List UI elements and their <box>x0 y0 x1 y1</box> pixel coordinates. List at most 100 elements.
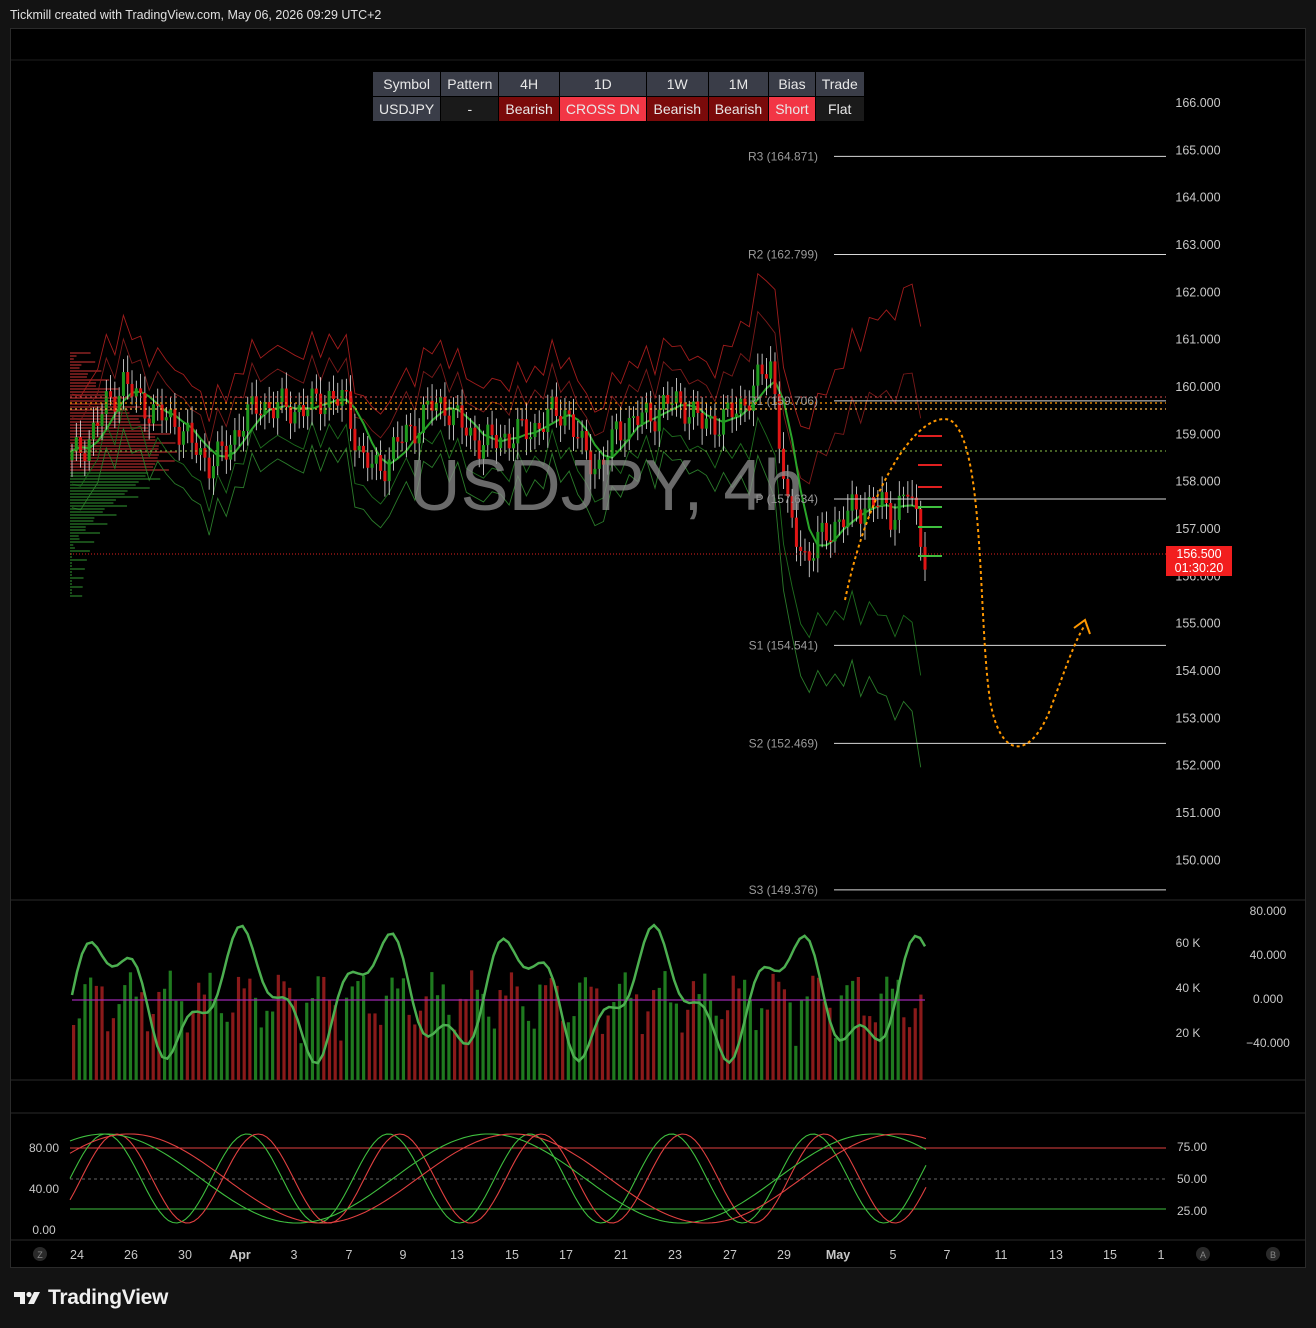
candle-body <box>760 364 764 375</box>
time-axis-label: 17 <box>559 1248 573 1262</box>
volume-profile-bar <box>70 373 88 375</box>
candle-body <box>233 430 237 445</box>
candle-body <box>576 436 580 439</box>
volume-bar <box>77 1018 81 1080</box>
volume-profile-bar <box>70 382 97 384</box>
volume-bar <box>617 983 622 1080</box>
candle-body <box>486 424 490 446</box>
price-axis-label: 155.000 <box>1175 617 1220 631</box>
candle-body <box>74 437 78 451</box>
candle-body <box>567 410 571 415</box>
volume-bar <box>606 1015 610 1080</box>
volume-profile-bar <box>70 442 176 444</box>
candle-body <box>370 463 374 468</box>
volume-bar <box>919 994 923 1080</box>
volume-profile-bar <box>70 550 90 552</box>
time-axis-label: 26 <box>124 1248 138 1262</box>
candle-body <box>666 394 670 404</box>
volume-profile-bar <box>70 511 103 513</box>
volume-profile-bar <box>70 385 96 387</box>
volume-bar <box>373 1013 377 1080</box>
volume-bar <box>572 1016 576 1080</box>
volume-bar <box>208 972 212 1080</box>
volume-bar <box>231 1012 235 1080</box>
time-axis-label: 5 <box>890 1248 897 1262</box>
candle-body <box>662 394 666 410</box>
axis-button-b[interactable]: B <box>1266 1247 1280 1261</box>
volume-profile-bar <box>70 580 72 582</box>
candle-body <box>524 419 528 440</box>
candle-body <box>413 426 417 444</box>
volume-bar <box>117 1004 121 1080</box>
volume-profile-bar <box>70 583 72 585</box>
volume-profile-bar <box>70 571 72 573</box>
candle-body <box>537 422 541 429</box>
volume-profile-bar <box>70 595 83 597</box>
volume-profile-bar <box>70 586 83 588</box>
candle-body <box>280 388 284 403</box>
volume-profile-bar <box>70 388 119 390</box>
volume-bar <box>242 988 246 1080</box>
volume-bar <box>487 1016 491 1080</box>
volume-bar <box>714 1015 718 1080</box>
volume-bar <box>634 994 639 1080</box>
price-axis-label: 161.000 <box>1175 333 1220 347</box>
volume-bar <box>453 1029 457 1080</box>
volume-bar <box>680 1032 684 1080</box>
volume-bar <box>111 1018 116 1080</box>
candle-body <box>820 522 824 532</box>
volume-profile-bar <box>70 526 86 528</box>
table-header-bias: Bias <box>769 72 815 96</box>
candle-body <box>730 402 734 418</box>
volume-bar <box>248 978 252 1080</box>
candle-body <box>357 445 361 451</box>
price-axis-label: 162.000 <box>1175 285 1220 299</box>
volume-bar <box>566 1022 570 1080</box>
volume-bar <box>225 1021 229 1080</box>
volume-bar <box>384 995 388 1080</box>
chart-canvas[interactable]: R3 (164.871)R2 (162.799)R1 (159.706)P (1… <box>0 0 1316 1328</box>
volume-bar <box>157 991 161 1080</box>
candle-body <box>692 401 696 418</box>
volume-profile-bar <box>70 391 106 393</box>
volume-bar <box>646 1011 650 1080</box>
volume-profile-bar <box>70 454 159 456</box>
volume-profile-bar <box>70 559 87 561</box>
candle-body <box>134 388 138 397</box>
candle-body <box>469 427 473 436</box>
volume-bar <box>669 1002 673 1080</box>
table-header-1m: 1M <box>708 72 769 96</box>
volume-profile-bar <box>70 562 72 564</box>
candle-body <box>842 519 846 528</box>
axis-button-a[interactable]: A <box>1196 1247 1210 1261</box>
volume-bar <box>623 972 627 1080</box>
axis-button-z[interactable]: Z <box>33 1247 47 1261</box>
volume-bar <box>782 989 787 1080</box>
volume-profile-bar <box>70 556 72 558</box>
candle-body <box>559 416 563 426</box>
candle-body <box>850 494 854 511</box>
candle-body <box>902 494 906 497</box>
price-axis-label: 159.000 <box>1175 427 1220 441</box>
price-axis-label: 151.000 <box>1175 806 1220 820</box>
volume-profile-bar <box>70 361 96 363</box>
volume-profile-bar <box>70 481 139 483</box>
candle-body <box>640 412 644 425</box>
volume-profile-bar <box>70 538 80 540</box>
candle-body <box>713 415 717 435</box>
rsi-axis-label: 40.000 <box>1250 948 1287 962</box>
candle-body <box>653 421 657 432</box>
candle-body <box>572 414 576 437</box>
volume-bar <box>134 996 138 1080</box>
pivot-label-s2: S2 (152.469) <box>749 736 818 750</box>
candle-body <box>327 390 331 408</box>
candle-body <box>314 388 318 394</box>
pivot-label-r1: R1 (159.706) <box>748 394 818 408</box>
candle-body <box>542 428 546 433</box>
axis-button-label: A <box>1200 1250 1206 1260</box>
table-value-4h: Bearish <box>499 97 559 121</box>
tradingview-logo[interactable]: TradingView <box>12 1286 168 1310</box>
candle-body <box>83 453 87 462</box>
candle-body <box>194 442 198 455</box>
volume-bar <box>83 984 87 1080</box>
